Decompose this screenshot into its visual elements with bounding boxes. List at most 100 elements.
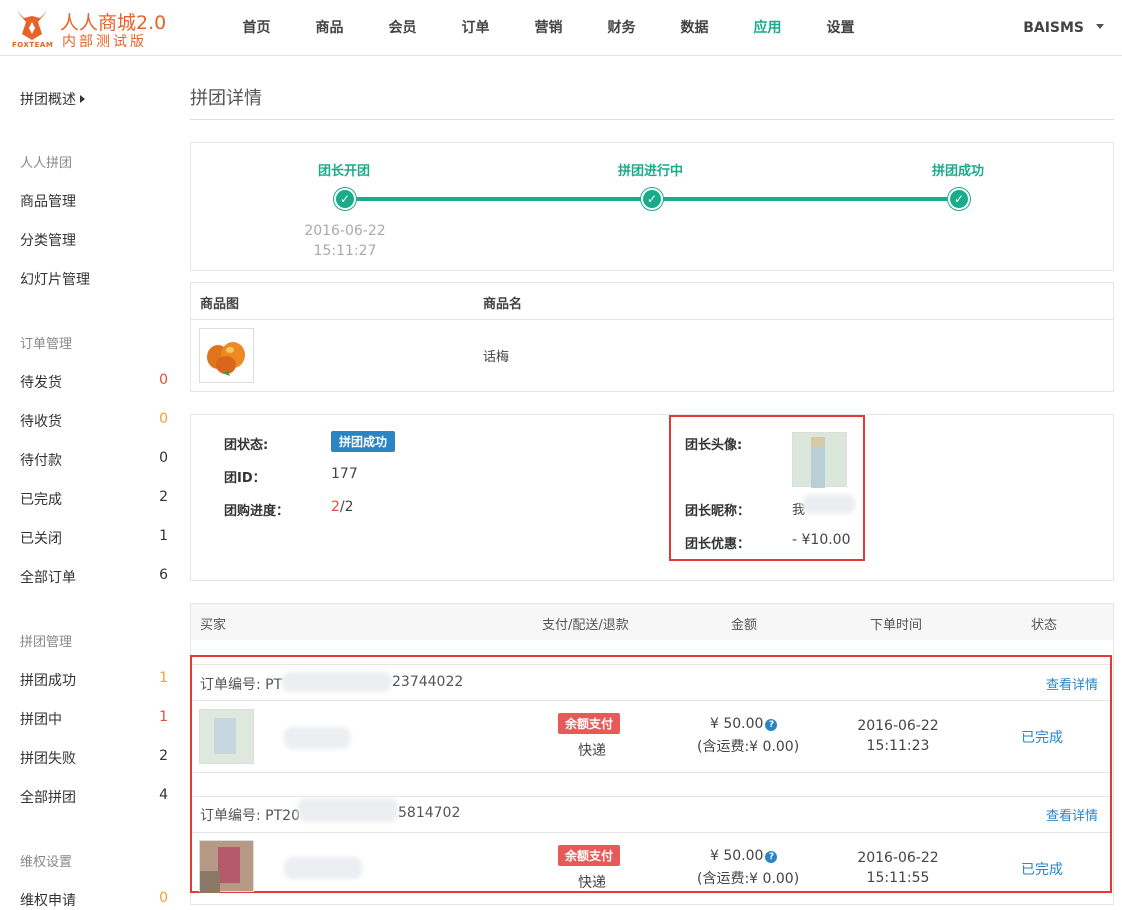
product-table: [190, 282, 1114, 392]
divider: [192, 772, 1110, 773]
divider: [192, 832, 1110, 833]
sidebar-item-label: 待付款: [20, 453, 62, 469]
redacted-mask: [284, 857, 362, 879]
sidebar-item-count: 2: [159, 748, 168, 764]
sidebar-item-label: 全部拼团: [20, 790, 76, 806]
timeline-step-label: 拼团进行中: [618, 164, 684, 179]
nav-home[interactable]: 首页: [220, 0, 293, 56]
check-icon: ✓: [641, 188, 663, 210]
group-id-value: 177: [331, 466, 358, 482]
nav-finance[interactable]: 财务: [585, 0, 658, 56]
sidebar-item-count: 4: [159, 787, 168, 803]
sidebar-item-to-ship[interactable]: 待发货 0: [20, 372, 168, 392]
sidebar-group-title: 拼团管理: [20, 635, 73, 650]
help-icon[interactable]: ?: [765, 851, 778, 863]
group-id-label: 团ID：: [224, 471, 266, 486]
order-time: 15:11:23: [866, 738, 930, 754]
sidebar-item-goods[interactable]: 商品管理: [20, 191, 168, 211]
column-header: 状态: [1031, 618, 1058, 633]
sidebar-item-to-receive[interactable]: 待收货 0: [20, 411, 168, 431]
order-shipping: (含运费:¥ 0.00): [697, 871, 800, 887]
nav-settings[interactable]: 设置: [804, 0, 877, 56]
divider: [192, 664, 1110, 665]
user-menu[interactable]: BAISMS: [1023, 0, 1104, 56]
timeline-start-date: 2016-06-22: [304, 223, 386, 239]
sidebar-item-all-groups[interactable]: 全部拼团 4: [20, 787, 168, 807]
divider: [192, 796, 1110, 797]
sidebar-item-count: 2: [159, 489, 168, 505]
sidebar-item-label: 全部订单: [20, 570, 76, 586]
column-header: 金额: [731, 618, 758, 633]
payment-badge: 余额支付: [558, 845, 621, 866]
divider: [191, 319, 1113, 320]
leader-avatar-label: 团长头像:: [685, 438, 743, 453]
sidebar-group-title: 订单管理: [20, 337, 73, 352]
order-number-suffix: 23744022: [392, 674, 464, 690]
sidebar-item-group-failed[interactable]: 拼团失败 2: [20, 748, 168, 768]
sidebar-item-to-pay[interactable]: 待付款 0: [20, 450, 168, 470]
sidebar-item-all-orders[interactable]: 全部订单 6: [20, 567, 168, 587]
sidebar-item-label: 已完成: [20, 492, 62, 508]
divider: [190, 119, 1114, 120]
nav-goods[interactable]: 商品: [293, 0, 366, 56]
status-badge: 拼团成功: [331, 431, 396, 452]
help-icon[interactable]: ?: [765, 719, 778, 731]
sidebar: 拼团概述 人人拼团 商品管理 分类管理 幻灯片管理 订单管理 待发货 0 待收货 0…: [0, 56, 180, 910]
sidebar-item-count: 1: [159, 528, 168, 544]
sidebar-item-label: 商品管理: [20, 194, 76, 210]
nav-marketing[interactable]: 营销: [512, 0, 585, 56]
sidebar-item-count: 0: [159, 372, 168, 388]
divider: [192, 700, 1110, 701]
app-subtitle: 内部测试版: [62, 34, 147, 50]
order-status[interactable]: 已完成: [1021, 727, 1063, 747]
column-header: 下单时间: [870, 618, 923, 633]
sidebar-item-category[interactable]: 分类管理: [20, 230, 168, 250]
sidebar-item-count: 1: [159, 709, 168, 725]
nav-members[interactable]: 会员: [366, 0, 439, 56]
sidebar-item-overview[interactable]: 拼团概述: [20, 89, 168, 109]
sidebar-item-refund-requests[interactable]: 维权申请 0: [20, 890, 168, 910]
leader-discount-label: 团长优惠：: [685, 537, 751, 552]
order-status[interactable]: 已完成: [1021, 859, 1063, 879]
view-order-details-link[interactable]: 查看详情: [1046, 674, 1098, 693]
sidebar-item-group-success[interactable]: 拼团成功 1: [20, 670, 168, 690]
sidebar-group-title: 人人拼团: [20, 156, 73, 171]
sidebar-item-label: 幻灯片管理: [20, 272, 90, 288]
top-navbar: FOXTEAM 人人商城2.0 内部测试版 首页 商品 会员 订单 营销 财务 …: [0, 0, 1122, 56]
sidebar-item-count: 1: [159, 670, 168, 686]
payment-badge: 余额支付: [558, 713, 621, 734]
order-date: 2016-06-22: [857, 718, 939, 734]
orders-table-header: [191, 604, 1113, 640]
leader-nickname-label: 团长昵称：: [685, 504, 751, 519]
brand-logo[interactable]: FOXTEAM 人人商城2.0 内部测试版: [10, 6, 170, 50]
nav-orders[interactable]: 订单: [439, 0, 512, 56]
buyer-avatar: [199, 840, 254, 893]
nav-apps[interactable]: 应用: [731, 0, 804, 56]
progress-done: 2: [331, 499, 340, 515]
sidebar-item-closed[interactable]: 已关闭 1: [20, 528, 168, 548]
main-nav: 首页 商品 会员 订单 营销 财务 数据 应用 设置: [220, 0, 877, 56]
leader-avatar: [792, 432, 847, 488]
sidebar-item-label: 拼团中: [20, 712, 62, 728]
view-order-details-link[interactable]: 查看详情: [1046, 805, 1098, 824]
group-info-panel: [190, 414, 1114, 581]
order-date: 2016-06-22: [857, 850, 939, 866]
redacted-mask: [803, 494, 855, 514]
sidebar-item-group-ongoing[interactable]: 拼团中 1: [20, 709, 168, 729]
brand-small-text: FOXTEAM: [12, 41, 54, 49]
sidebar-item-label: 拼团成功: [20, 673, 76, 689]
page-title: 拼团详情: [190, 88, 262, 109]
caret-right-icon: [80, 95, 85, 103]
sidebar-item-slides[interactable]: 幻灯片管理: [20, 269, 168, 289]
order-amount-value: ¥ 50.00: [710, 716, 764, 732]
nav-data[interactable]: 数据: [658, 0, 731, 56]
delivery-method: 快递: [578, 743, 606, 759]
order-time: 15:11:55: [866, 870, 930, 886]
redacted-mask: [282, 672, 392, 692]
fox-logo-icon: [16, 10, 48, 40]
sidebar-item-completed[interactable]: 已完成 2: [20, 489, 168, 509]
sidebar-item-label: 待发货: [20, 375, 62, 391]
sidebar-item-count: 0: [159, 890, 168, 906]
group-progress-value: 2/2: [331, 499, 354, 515]
redacted-mask: [298, 798, 398, 822]
